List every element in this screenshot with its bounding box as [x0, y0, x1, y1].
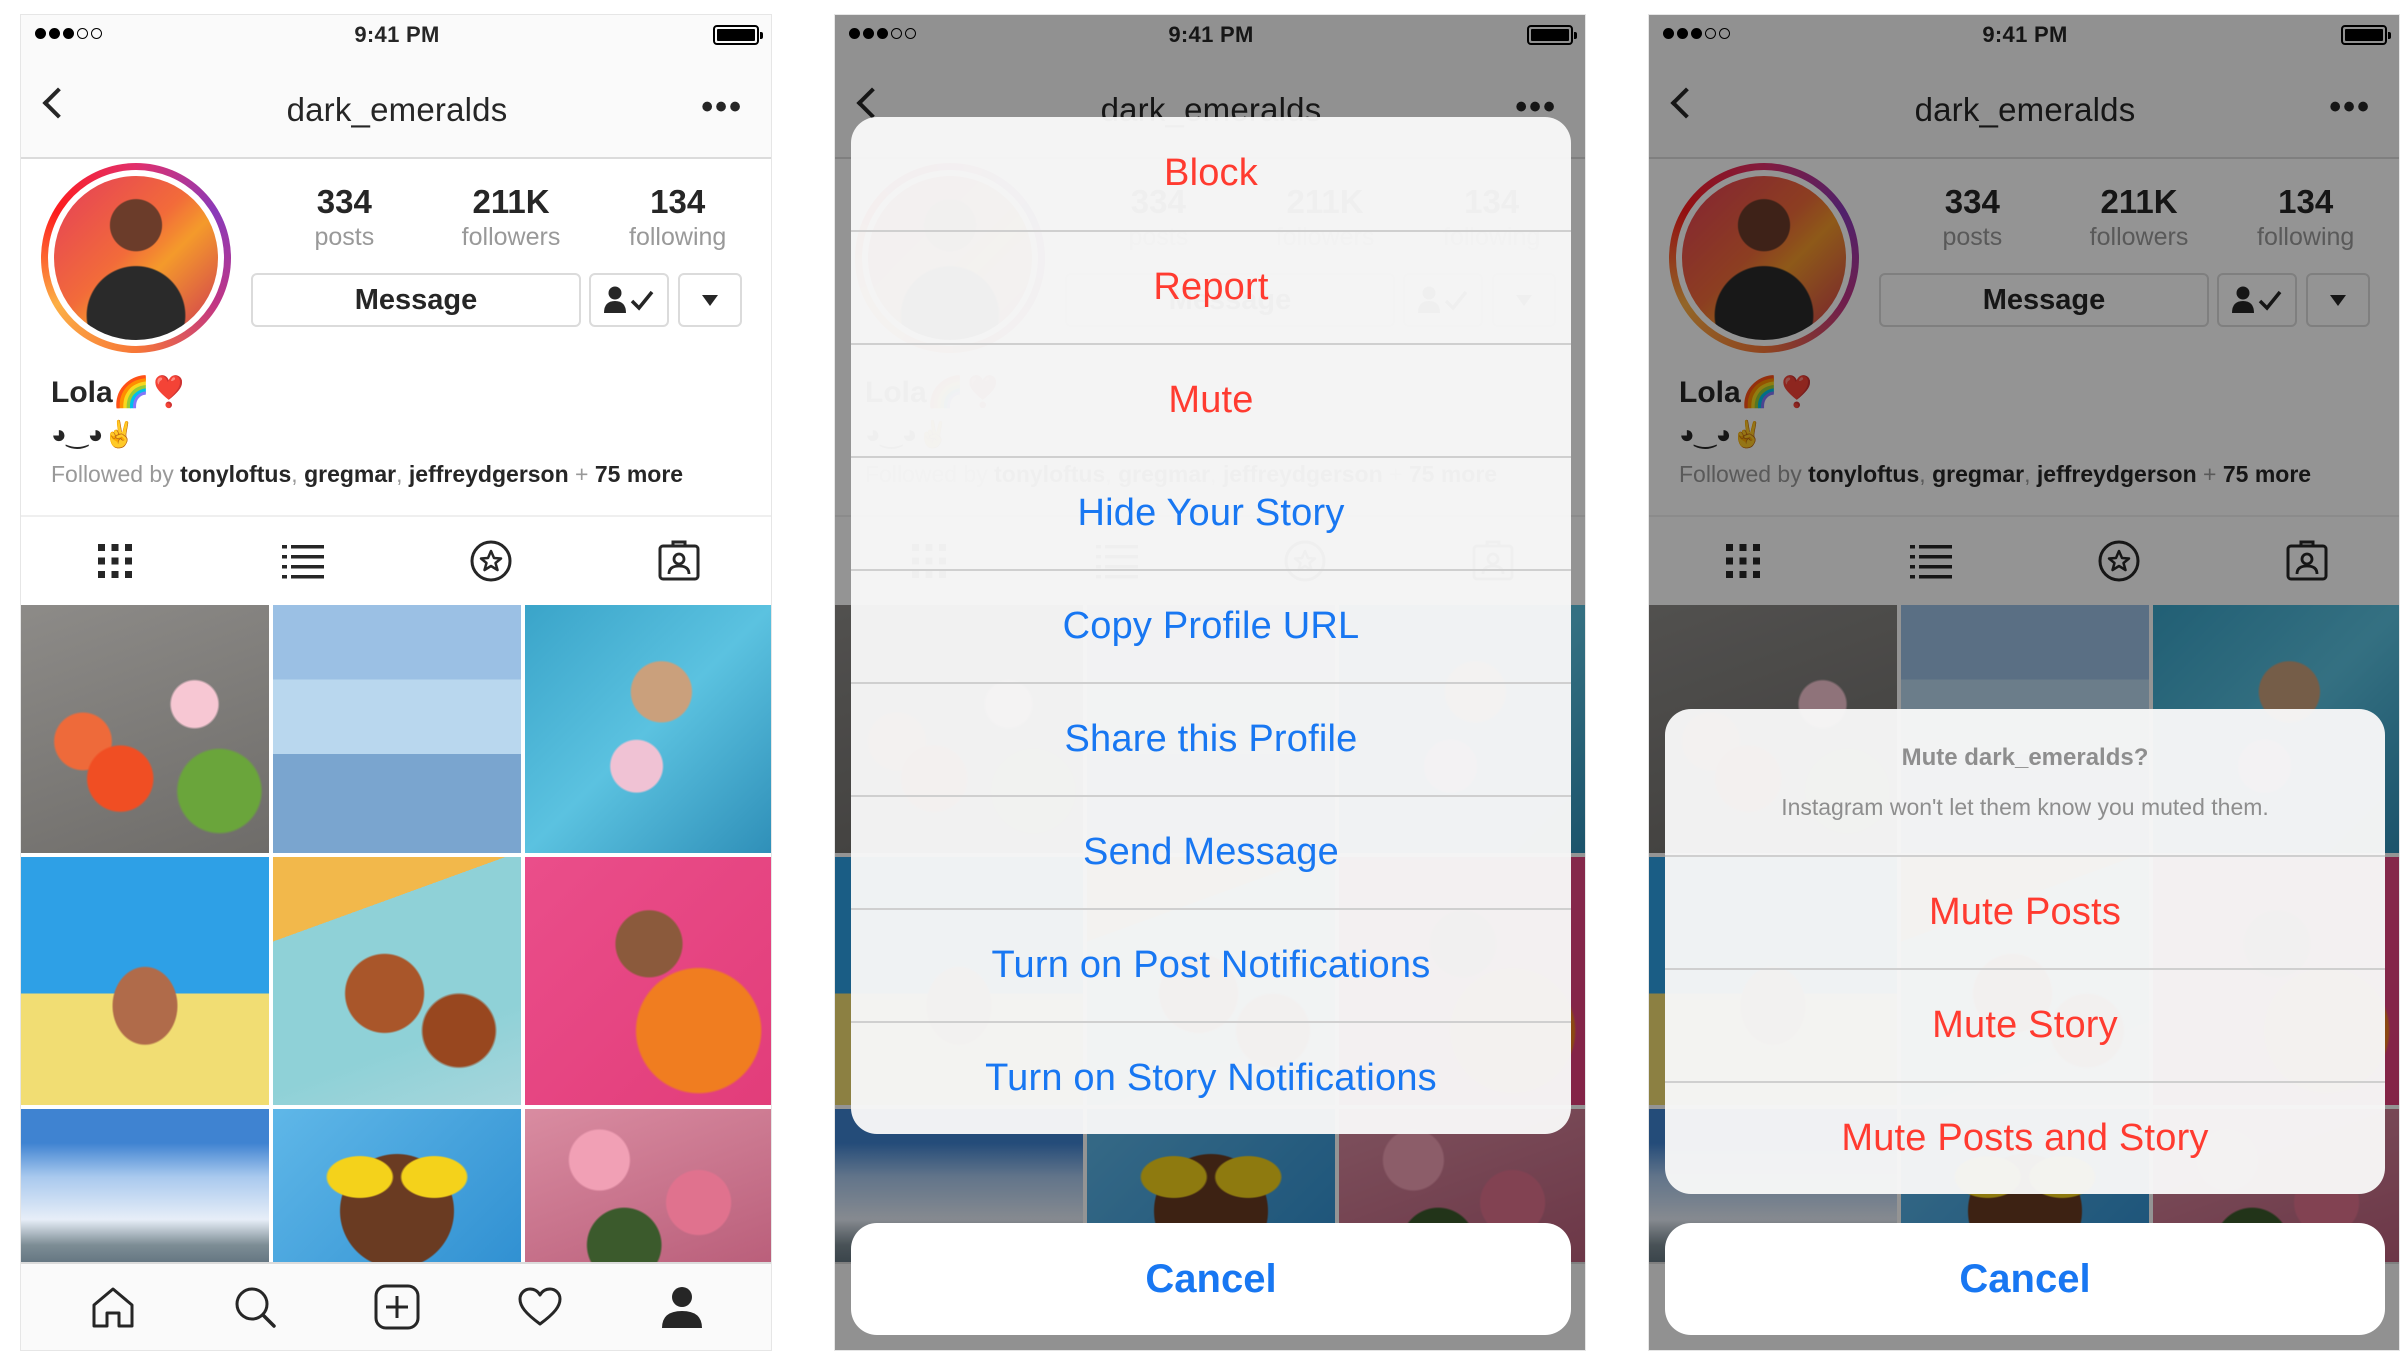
post-thumbnail[interactable] [21, 605, 269, 853]
home-icon[interactable] [90, 1285, 136, 1329]
profile-bio: ◕‿◕✌️ [51, 419, 136, 449]
mute-sheet-message: Instagram won't let them know you muted … [1781, 793, 2269, 820]
heart-icon[interactable] [517, 1286, 563, 1328]
mute-option[interactable]: Mute Story [1665, 968, 2385, 1081]
battery-icon [713, 25, 763, 45]
caret-down-icon [702, 294, 718, 306]
action-sheet-item[interactable]: Turn on Post Notifications [851, 908, 1571, 1021]
tab-tagged[interactable] [397, 517, 585, 605]
phone-profile-screen: 9:41 PM dark_emeralds ••• 334 posts 211K… [20, 14, 772, 1351]
stat-followers-label: followers [461, 223, 561, 251]
profile-tabs [21, 515, 771, 605]
profile-icon[interactable] [660, 1285, 704, 1329]
status-time: 9:41 PM [354, 22, 440, 47]
post-thumbnail[interactable] [21, 857, 269, 1105]
tab-grid[interactable] [21, 517, 209, 605]
followed-more-link[interactable]: 75 more [595, 461, 683, 487]
post-thumbnail[interactable] [273, 1109, 521, 1279]
person-check-icon [604, 286, 654, 313]
add-icon[interactable] [374, 1284, 420, 1330]
tab-list[interactable] [209, 517, 397, 605]
follower-link[interactable]: gregmar [304, 461, 396, 487]
list-icon [282, 545, 324, 579]
post-thumbnail[interactable] [525, 1109, 771, 1279]
suggested-accounts-button[interactable] [678, 273, 742, 327]
search-icon[interactable] [233, 1285, 277, 1329]
status-bar: 9:41 PM [21, 15, 771, 55]
avatar-story-ring[interactable] [41, 163, 231, 353]
cancel-button[interactable]: Cancel [851, 1223, 1571, 1335]
saved-person-icon [658, 540, 700, 581]
grid-icon [98, 544, 132, 578]
stat-following[interactable]: 134 following [594, 183, 761, 252]
stat-following-count: 134 [650, 183, 706, 220]
mute-sheet-header: Mute dark_emeralds? Instagram won't let t… [1665, 709, 2385, 855]
mute-sheet-title: Mute dark_emeralds? [1901, 743, 2149, 771]
mute-option[interactable]: Mute Posts [1665, 855, 2385, 968]
photo-grid [21, 605, 771, 1279]
action-sheet-item[interactable]: Hide Your Story [851, 456, 1571, 569]
more-options-icon[interactable]: ••• [701, 90, 743, 124]
profile-stats: 334 posts 211K followers 134 following [261, 183, 761, 252]
action-sheet-item[interactable]: Share this Profile [851, 682, 1571, 795]
phone-mute-sheet-screen: 9:41 PM dark_emeralds ••• 334 posts 211K… [1648, 14, 2400, 1351]
post-thumbnail[interactable] [21, 1109, 269, 1279]
cancel-button[interactable]: Cancel [1665, 1223, 2385, 1335]
stat-posts-label: posts [314, 223, 375, 251]
phone-action-sheet-screen: 9:41 PM dark_emeralds ••• 334 posts 211K… [834, 14, 1586, 1351]
stat-followers-count: 211K [472, 183, 550, 220]
action-sheet-item[interactable]: Send Message [851, 795, 1571, 908]
post-thumbnail[interactable] [525, 857, 771, 1105]
stat-followers[interactable]: 211K followers [428, 183, 595, 252]
post-thumbnail[interactable] [273, 857, 521, 1105]
mute-sheet: Mute dark_emeralds? Instagram won't let t… [1665, 709, 2385, 1194]
followed-by-prefix: Followed by [51, 461, 181, 487]
post-thumbnail[interactable] [525, 605, 771, 853]
page-title: dark_emeralds [286, 91, 508, 128]
action-sheet-item[interactable]: Block [851, 117, 1571, 230]
action-sheet-item[interactable]: Report [851, 230, 1571, 343]
followed-by[interactable]: Followed by tonyloftus, gregmar, jeffrey… [51, 461, 683, 488]
follower-link[interactable]: tonyloftus [180, 461, 291, 487]
action-sheet-item[interactable]: Copy Profile URL [851, 569, 1571, 682]
stat-following-label: following [629, 223, 727, 251]
nav-bar: dark_emeralds ••• [21, 55, 771, 159]
avatar [54, 176, 218, 340]
profile-name: Lola🌈❣️ [51, 376, 188, 409]
message-button[interactable]: Message [251, 273, 581, 327]
tab-saved-person[interactable] [585, 517, 771, 605]
bottom-tab-bar [21, 1262, 771, 1350]
action-sheet-item[interactable]: Mute [851, 343, 1571, 456]
follower-link[interactable]: jeffreydgerson [409, 461, 569, 487]
tagged-star-icon [470, 540, 512, 582]
stat-posts-count: 334 [316, 183, 372, 220]
action-sheet: Block Report Mute Hide Your Story Copy Profi… [851, 117, 1571, 1134]
stat-posts[interactable]: 334 posts [261, 183, 428, 252]
action-sheet-item[interactable]: Turn on Story Notifications [851, 1021, 1571, 1134]
post-thumbnail[interactable] [273, 605, 521, 853]
mute-option[interactable]: Mute Posts and Story [1665, 1081, 2385, 1194]
following-toggle-button[interactable] [589, 273, 669, 327]
